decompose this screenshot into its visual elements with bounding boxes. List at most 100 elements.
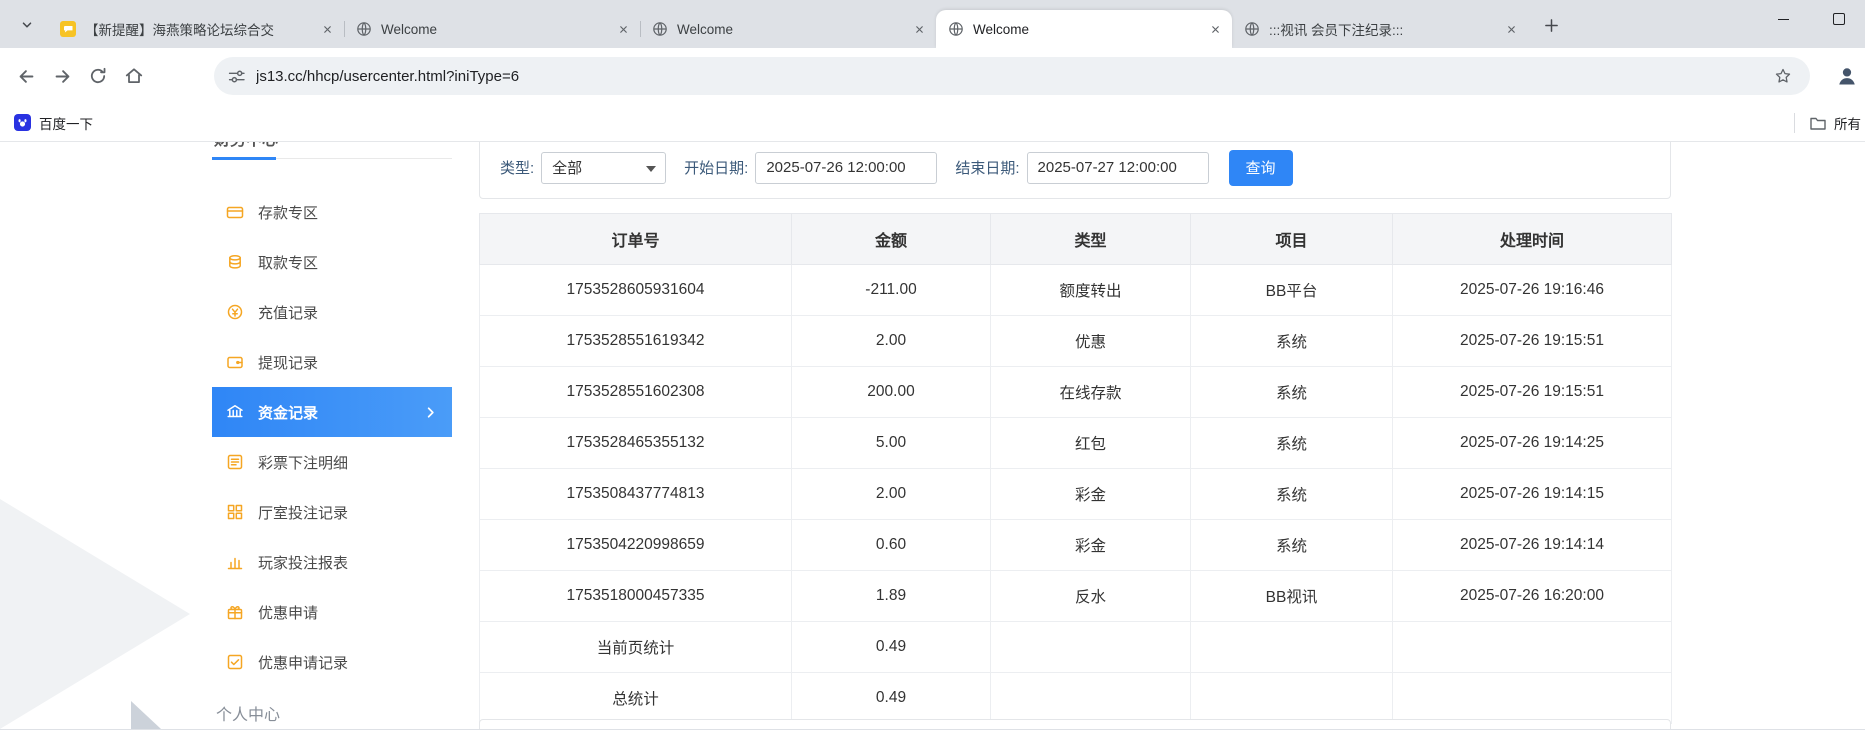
filter-bar: 类型: 全部 开始日期: 结束日期: 查询 [479,142,1671,199]
sidebar-item-label: 玩家投注报表 [258,552,348,573]
sidebar-item-label: 资金记录 [258,402,318,423]
column-header: 金额 [792,214,991,265]
sidebar-item-label: 优惠申请记录 [258,652,348,673]
sidebar-item-promo-gift[interactable]: 优惠申请 [212,587,452,637]
table-cell: 额度转出 [991,265,1191,316]
forward-button[interactable] [44,58,80,94]
all-bookmarks-label: 所有 [1834,113,1861,133]
browser-tab[interactable]: Welcome [936,10,1232,48]
profile-avatar[interactable] [1831,60,1863,92]
folder-icon [1809,114,1827,132]
back-button[interactable] [8,58,44,94]
table-cell: 优惠 [991,316,1191,367]
promo-list-icon [226,653,244,671]
type-select[interactable]: 全部 [541,152,666,184]
home-button[interactable] [116,58,152,94]
table-cell: 1753528605931604 [480,265,792,316]
table-cell: 2025-07-26 19:15:51 [1393,316,1672,367]
window-minimize-button[interactable] [1755,0,1811,38]
table-cell [991,622,1191,673]
watermark-triangle-small [131,701,161,729]
summary-row: 当前页统计0.49 [480,622,1672,673]
tab-close-button[interactable] [318,20,336,38]
sidebar-section-personal: 个人中心 [212,703,452,729]
table-cell: 当前页统计 [480,622,792,673]
sidebar: 财务中心 存款专区 取款专区 充值记录 提现记录 资金记录 [212,142,452,729]
promo-gift-icon [226,603,244,621]
tab-close-button[interactable] [910,20,928,38]
table-cell: 系统 [1191,520,1393,571]
browser-tab[interactable]: Welcome [344,10,640,48]
table-cell: 0.49 [792,622,991,673]
sidebar-item-label: 充值记录 [258,302,318,323]
tab-strip: 【新提醒】海燕策略论坛综合交 Welcome Welcome Welcome [0,0,1865,48]
table-cell: 1753504220998659 [480,520,792,571]
sidebar-item-withdraw-coins[interactable]: 取款专区 [212,237,452,287]
summary-row: 总统计0.49 [480,673,1672,724]
table-cell [1191,673,1393,724]
pagination-box [479,719,1671,729]
sidebar-section-finance-label: 财务中心 [214,142,278,149]
sidebar-item-cashout-wallet[interactable]: 提现记录 [212,337,452,387]
sidebar-item-label: 取款专区 [258,252,318,273]
start-date-label: 开始日期: [684,157,748,178]
table-body: 1753528605931604-211.00额度转出BB平台2025-07-2… [480,265,1672,724]
tab-close-button[interactable] [614,20,632,38]
browser-tab[interactable]: :::视讯 会员下注纪录::: [1232,10,1528,48]
chevron-down-icon [20,18,34,32]
table-cell: -211.00 [792,265,991,316]
report-chart-icon [226,553,244,571]
globe-favicon-icon [1244,21,1260,37]
browser-tab[interactable]: 【新提醒】海燕策略论坛综合交 [48,10,344,48]
close-icon [322,24,333,35]
column-header: 处理时间 [1393,214,1672,265]
close-icon [618,24,629,35]
reload-button[interactable] [80,58,116,94]
browser-tab[interactable]: Welcome [640,10,936,48]
search-button[interactable]: 查询 [1229,150,1293,186]
sidebar-item-hall-grid[interactable]: 厅室投注记录 [212,487,452,537]
tab-search-button[interactable] [12,10,42,40]
sidebar-item-promo-list[interactable]: 优惠申请记录 [212,637,452,687]
globe-favicon-icon [948,21,964,37]
sidebar-item-recharge-coin[interactable]: 充值记录 [212,287,452,337]
sidebar-item-funds-bank[interactable]: 资金记录 [212,387,452,437]
deposit-card-icon [226,203,244,221]
table-cell: 总统计 [480,673,792,724]
sidebar-item-report-chart[interactable]: 玩家投注报表 [212,537,452,587]
tab-close-button[interactable] [1206,20,1224,38]
table-cell: 彩金 [991,469,1191,520]
arrow-right-icon [53,67,72,86]
bookmarks-right: 所有 [1794,104,1861,142]
lottery-list-icon [226,453,244,471]
tab-title: :::视讯 会员下注纪录::: [1269,19,1502,39]
table-cell: 200.00 [792,367,991,418]
records-table: 订单号金额类型项目处理时间 1753528605931604-211.00额度转… [479,213,1672,724]
url-bar[interactable]: js13.cc/hhcp/usercenter.html?iniType=6 [214,57,1810,95]
sidebar-item-label: 彩票下注明细 [258,452,348,473]
table-row: 1753528605931604-211.00额度转出BB平台2025-07-2… [480,265,1672,316]
end-date-input[interactable] [1027,152,1209,184]
table-row: 17535284653551325.00红包系统2025-07-26 19:14… [480,418,1672,469]
table-cell: 2025-07-26 19:15:51 [1393,367,1672,418]
tab-close-button[interactable] [1502,20,1520,38]
table-cell: 2025-07-26 19:14:25 [1393,418,1672,469]
table-cell [1393,673,1672,724]
tab-list: 【新提醒】海燕策略论坛综合交 Welcome Welcome Welcome [48,0,1528,48]
end-date-label: 结束日期: [955,157,1019,178]
chevron-right-icon [423,405,438,420]
globe-favicon-icon [356,21,372,37]
sidebar-item-deposit-card[interactable]: 存款专区 [212,187,452,237]
table-cell: 1753528551602308 [480,367,792,418]
table-cell: 2025-07-26 16:20:00 [1393,571,1672,622]
new-tab-button[interactable] [1536,10,1566,40]
window-maximize-button[interactable] [1811,0,1865,38]
site-settings-icon [228,68,245,85]
table-cell: 1753518000457335 [480,571,792,622]
bookmark-star-button[interactable] [1770,63,1796,89]
bookmark-item-baidu[interactable]: 百度一下 [14,113,93,133]
sidebar-item-lottery-list[interactable]: 彩票下注明细 [212,437,452,487]
start-date-input[interactable] [755,152,937,184]
all-bookmarks-button[interactable]: 所有 [1809,113,1861,133]
tab-title: Welcome [973,22,1206,37]
